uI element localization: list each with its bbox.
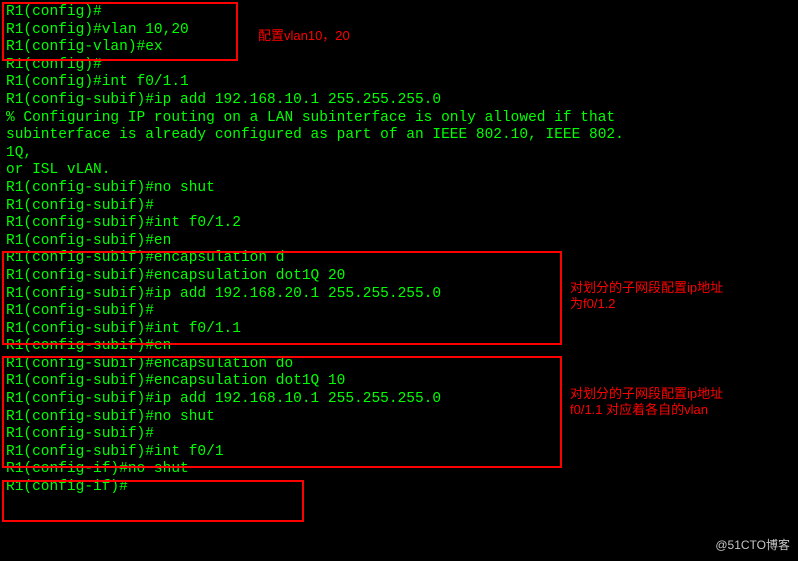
annotation-vlan: 配置vlan10，20 — [258, 28, 350, 44]
terminal-line: R1(config)#int f0/1.1 — [6, 74, 798, 92]
annotation-sub12-line2: 为f0/1.2 — [570, 296, 616, 311]
terminal-line: R1(config-subif)# — [6, 426, 798, 444]
terminal-line: R1(config-subif)#encapsulation do — [6, 356, 798, 374]
annotation-sub12: 对划分的子网段配置ip地址 为f0/1.2 — [570, 280, 723, 312]
terminal-line: R1(config)#vlan 10,20 — [6, 22, 798, 40]
watermark: @51CTO博客 — [715, 537, 790, 555]
terminal[interactable]: R1(config)#R1(config)#vlan 10,20R1(confi… — [0, 0, 798, 561]
terminal-line: or ISL vLAN. — [6, 162, 798, 180]
terminal-line: R1(config-if)# — [6, 479, 798, 497]
annotation-sub11: 对划分的子网段配置ip地址 f0/1.1 对应着各自的vlan — [570, 386, 723, 418]
terminal-line: R1(config-subif)#int f0/1 — [6, 444, 798, 462]
terminal-line: R1(config-subif)#en — [6, 338, 798, 356]
terminal-line: subinterface is already configured as pa… — [6, 127, 798, 145]
terminal-line: R1(config-subif)#int f0/1.2 — [6, 215, 798, 233]
terminal-line: R1(config-vlan)#ex — [6, 39, 798, 57]
terminal-line: R1(config)# — [6, 57, 798, 75]
terminal-line: % Configuring IP routing on a LAN subint… — [6, 110, 798, 128]
terminal-lines: R1(config)#R1(config)#vlan 10,20R1(confi… — [6, 4, 798, 497]
terminal-line: R1(config-subif)#ip add 192.168.10.1 255… — [6, 92, 798, 110]
terminal-line: R1(config-subif)# — [6, 198, 798, 216]
annotation-sub12-line1: 对划分的子网段配置ip地址 — [570, 280, 723, 295]
annotation-sub11-line1: 对划分的子网段配置ip地址 — [570, 386, 723, 401]
terminal-line: R1(config-if)#no shut — [6, 461, 798, 479]
terminal-line: R1(config-subif)#no shut — [6, 180, 798, 198]
terminal-line: R1(config)# — [6, 4, 798, 22]
terminal-line: R1(config-subif)#en — [6, 233, 798, 251]
terminal-line: R1(config-subif)#encapsulation d — [6, 250, 798, 268]
terminal-line: 1Q, — [6, 145, 798, 163]
terminal-line: R1(config-subif)#int f0/1.1 — [6, 321, 798, 339]
annotation-sub11-line2: f0/1.1 对应着各自的vlan — [570, 402, 708, 417]
